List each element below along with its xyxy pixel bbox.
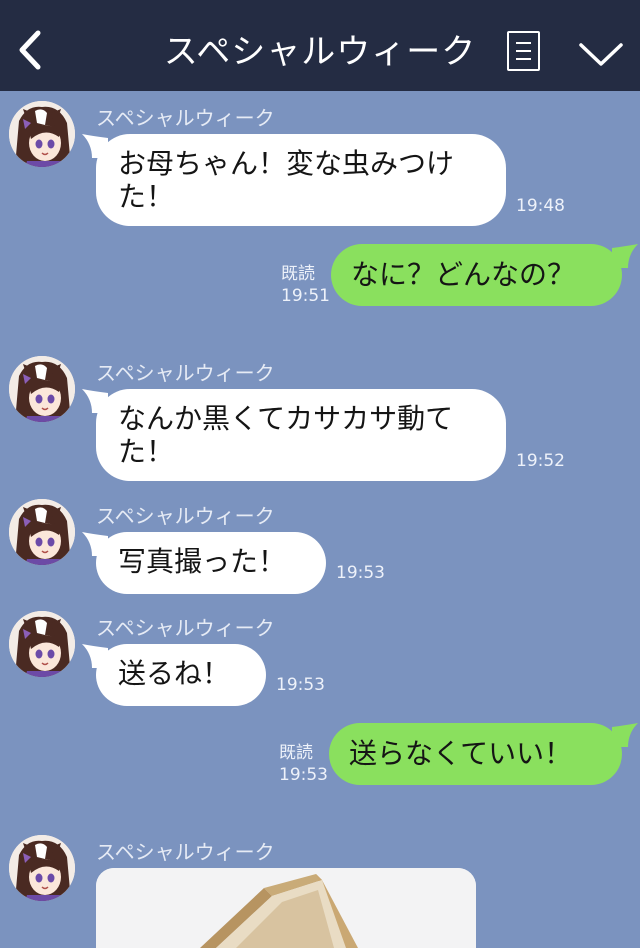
avatar[interactable] [9,356,75,422]
timestamp: 19:53 [279,765,328,785]
message-bubble[interactable]: お母ちゃん！変な虫みつけた！ [96,134,506,226]
read-receipt: 既読 19:51 [281,264,330,306]
message-bubble[interactable]: 送るね！ [96,644,266,706]
timestamp: 19:52 [516,451,565,471]
timestamp: 19:48 [516,196,565,216]
bubble-tail [612,723,638,747]
menu-icon[interactable] [507,31,540,71]
chevron-down-icon[interactable] [578,38,624,70]
photo-message[interactable] [96,868,476,948]
chat-title: スペシャルウィーク [163,32,477,72]
sender-name: スペシャルウィーク [96,616,275,640]
sender-name: スペシャルウィーク [96,361,275,385]
avatar[interactable] [9,499,75,565]
bubble-tail [612,244,638,268]
timestamp: 19:51 [281,286,330,306]
back-chevron-icon[interactable] [14,30,50,70]
message-bubble[interactable]: 写真撮った！ [96,532,326,594]
photo-image [96,868,476,948]
avatar[interactable] [9,611,75,677]
chat-header: スペシャルウィーク [0,0,640,91]
read-receipt: 既読 19:53 [279,743,328,785]
timestamp: 19:53 [276,675,325,695]
message-bubble[interactable]: なに？どんなの？ [331,244,622,306]
sender-name: スペシャルウィーク [96,504,275,528]
avatar[interactable] [9,835,75,901]
sender-name: スペシャルウィーク [96,106,275,130]
timestamp: 19:53 [336,563,385,583]
message-bubble[interactable]: なんか黒くてカサカサ動てた！ [96,389,506,481]
message-bubble[interactable]: 送らなくていい！ [329,723,622,785]
sender-name: スペシャルウィーク [96,840,275,864]
avatar[interactable] [9,101,75,167]
